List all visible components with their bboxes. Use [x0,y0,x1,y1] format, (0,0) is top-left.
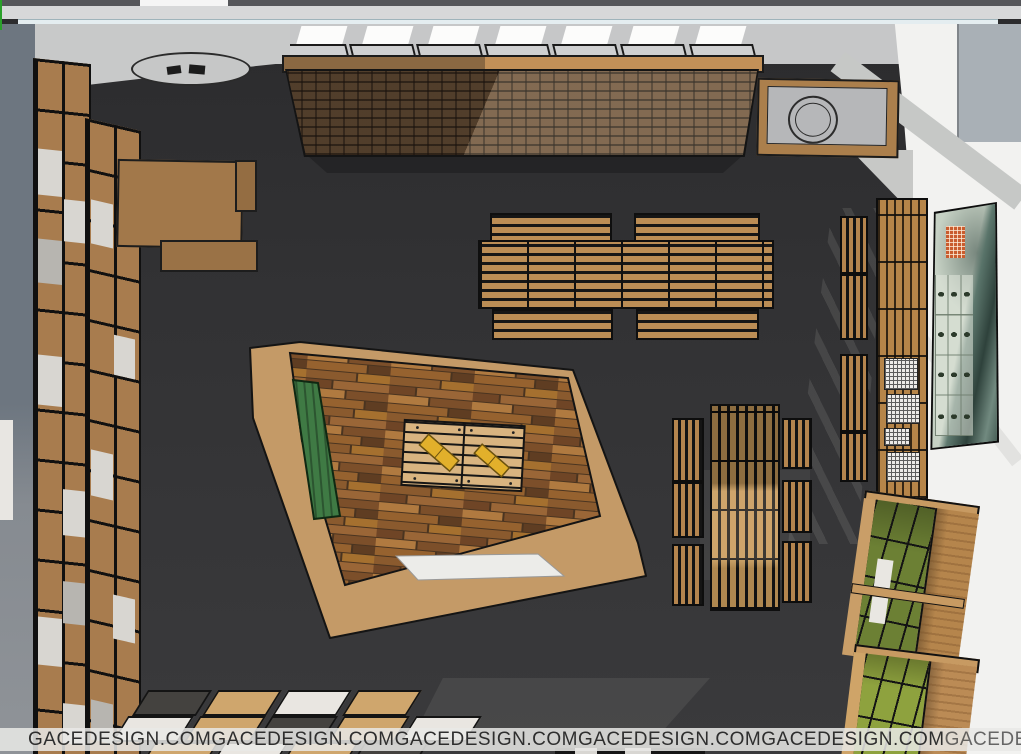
bench [782,418,812,469]
screen-shadow [300,157,750,173]
wall-poster [929,202,999,450]
shelf-cell [63,581,86,625]
bench [672,482,704,538]
bench [782,480,812,533]
cube-bookshelf-left [33,58,91,754]
bench [672,544,704,606]
shelf-cell [38,355,62,408]
display-bin [202,690,282,716]
poster-photo-grid [935,275,973,436]
axis-line [0,0,2,30]
mesh-basket [884,428,910,446]
shelf-cell [64,199,85,243]
reading-table-horizontal [478,240,774,309]
shelf-cell [91,449,113,500]
service-desk [116,159,244,249]
shelf-cell [114,335,135,380]
corner-counter [756,78,899,158]
display-bin [272,690,352,716]
mesh-basket [886,452,920,482]
service-desk-side [235,160,257,212]
reading-table-vertical [710,404,780,611]
poster-red-seal [946,226,966,258]
mesh-basket [886,394,920,424]
bench [782,541,812,603]
shelf-cell [38,617,62,668]
service-desk-extension [160,240,258,272]
bench [840,274,868,340]
watermark-text: GACEDESIGN.COM [578,729,761,751]
top-wall [0,6,1021,19]
watermark-text: GACEDESIGN.COM [395,729,578,751]
bench [840,354,868,432]
display-platform [226,326,662,660]
platform-white-opening [396,554,564,580]
bench [672,418,704,482]
bench [840,216,868,274]
left-wall [0,24,35,754]
watermark-text: GACEDESIGN.COM [761,729,944,751]
counter-top [767,86,888,146]
watermark-text: GACEDESIGN.COM [28,729,211,751]
platform-low-table [401,420,524,491]
render-canvas: GACEDESIGN.COM GACEDESIGN.COM GACEDESIGN… [0,0,1021,754]
display-bin [132,690,212,716]
shelf-cell [38,239,62,286]
display-bin [342,690,422,716]
watermark-band: GACEDESIGN.COM GACEDESIGN.COM GACEDESIGN… [0,728,1021,751]
watermark-text: GACEDESIGN.COM [945,729,1021,751]
watermark-text: GACEDESIGN.COM [211,729,394,751]
slatted-screen [285,69,759,157]
slatted-screen-weave [287,71,757,155]
shelf-cell [113,594,135,643]
slatted-wall-shelf [876,198,928,500]
bench [840,432,868,482]
shelf-cell [63,489,86,537]
shelf-cell [38,149,62,198]
right-wall-panel [957,24,1021,142]
left-wall-highlight [0,420,13,520]
chair [189,64,206,74]
mesh-basket [884,358,918,390]
wall-poster-artwork [931,204,997,448]
shelf-cell [91,199,113,248]
